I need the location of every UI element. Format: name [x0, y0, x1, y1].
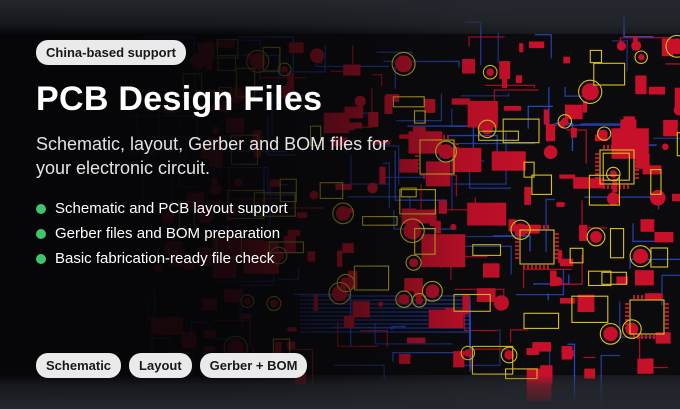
feature-list: Schematic and PCB layout support Gerber …	[36, 196, 288, 271]
tag-list: Schematic Layout Gerber + BOM	[36, 353, 308, 378]
tag-layout: Layout	[129, 353, 192, 378]
green-dot-icon	[36, 203, 46, 214]
tag-gerber-bom: Gerber + BOM	[199, 353, 308, 378]
feature-text: Schematic and PCB layout support	[55, 200, 288, 217]
feature-item: Basic fabrication-ready file check	[36, 246, 288, 271]
feature-item: Schematic and PCB layout support	[36, 196, 288, 221]
page-subtitle: Schematic, layout, Gerber and BOM files …	[36, 134, 389, 178]
feature-item: Gerber files and BOM preparation	[36, 221, 288, 246]
green-dot-icon	[36, 228, 46, 239]
feature-text: Gerber files and BOM preparation	[55, 225, 281, 242]
hero-banner: China-based support PCB Design Files Sch…	[0, 0, 680, 409]
tag-schematic: Schematic	[36, 353, 122, 378]
green-dot-icon	[36, 253, 46, 264]
support-badge: China-based support	[36, 40, 187, 65]
feature-text: Basic fabrication-ready file check	[55, 250, 275, 267]
page-title: PCB Design Files	[36, 80, 323, 118]
